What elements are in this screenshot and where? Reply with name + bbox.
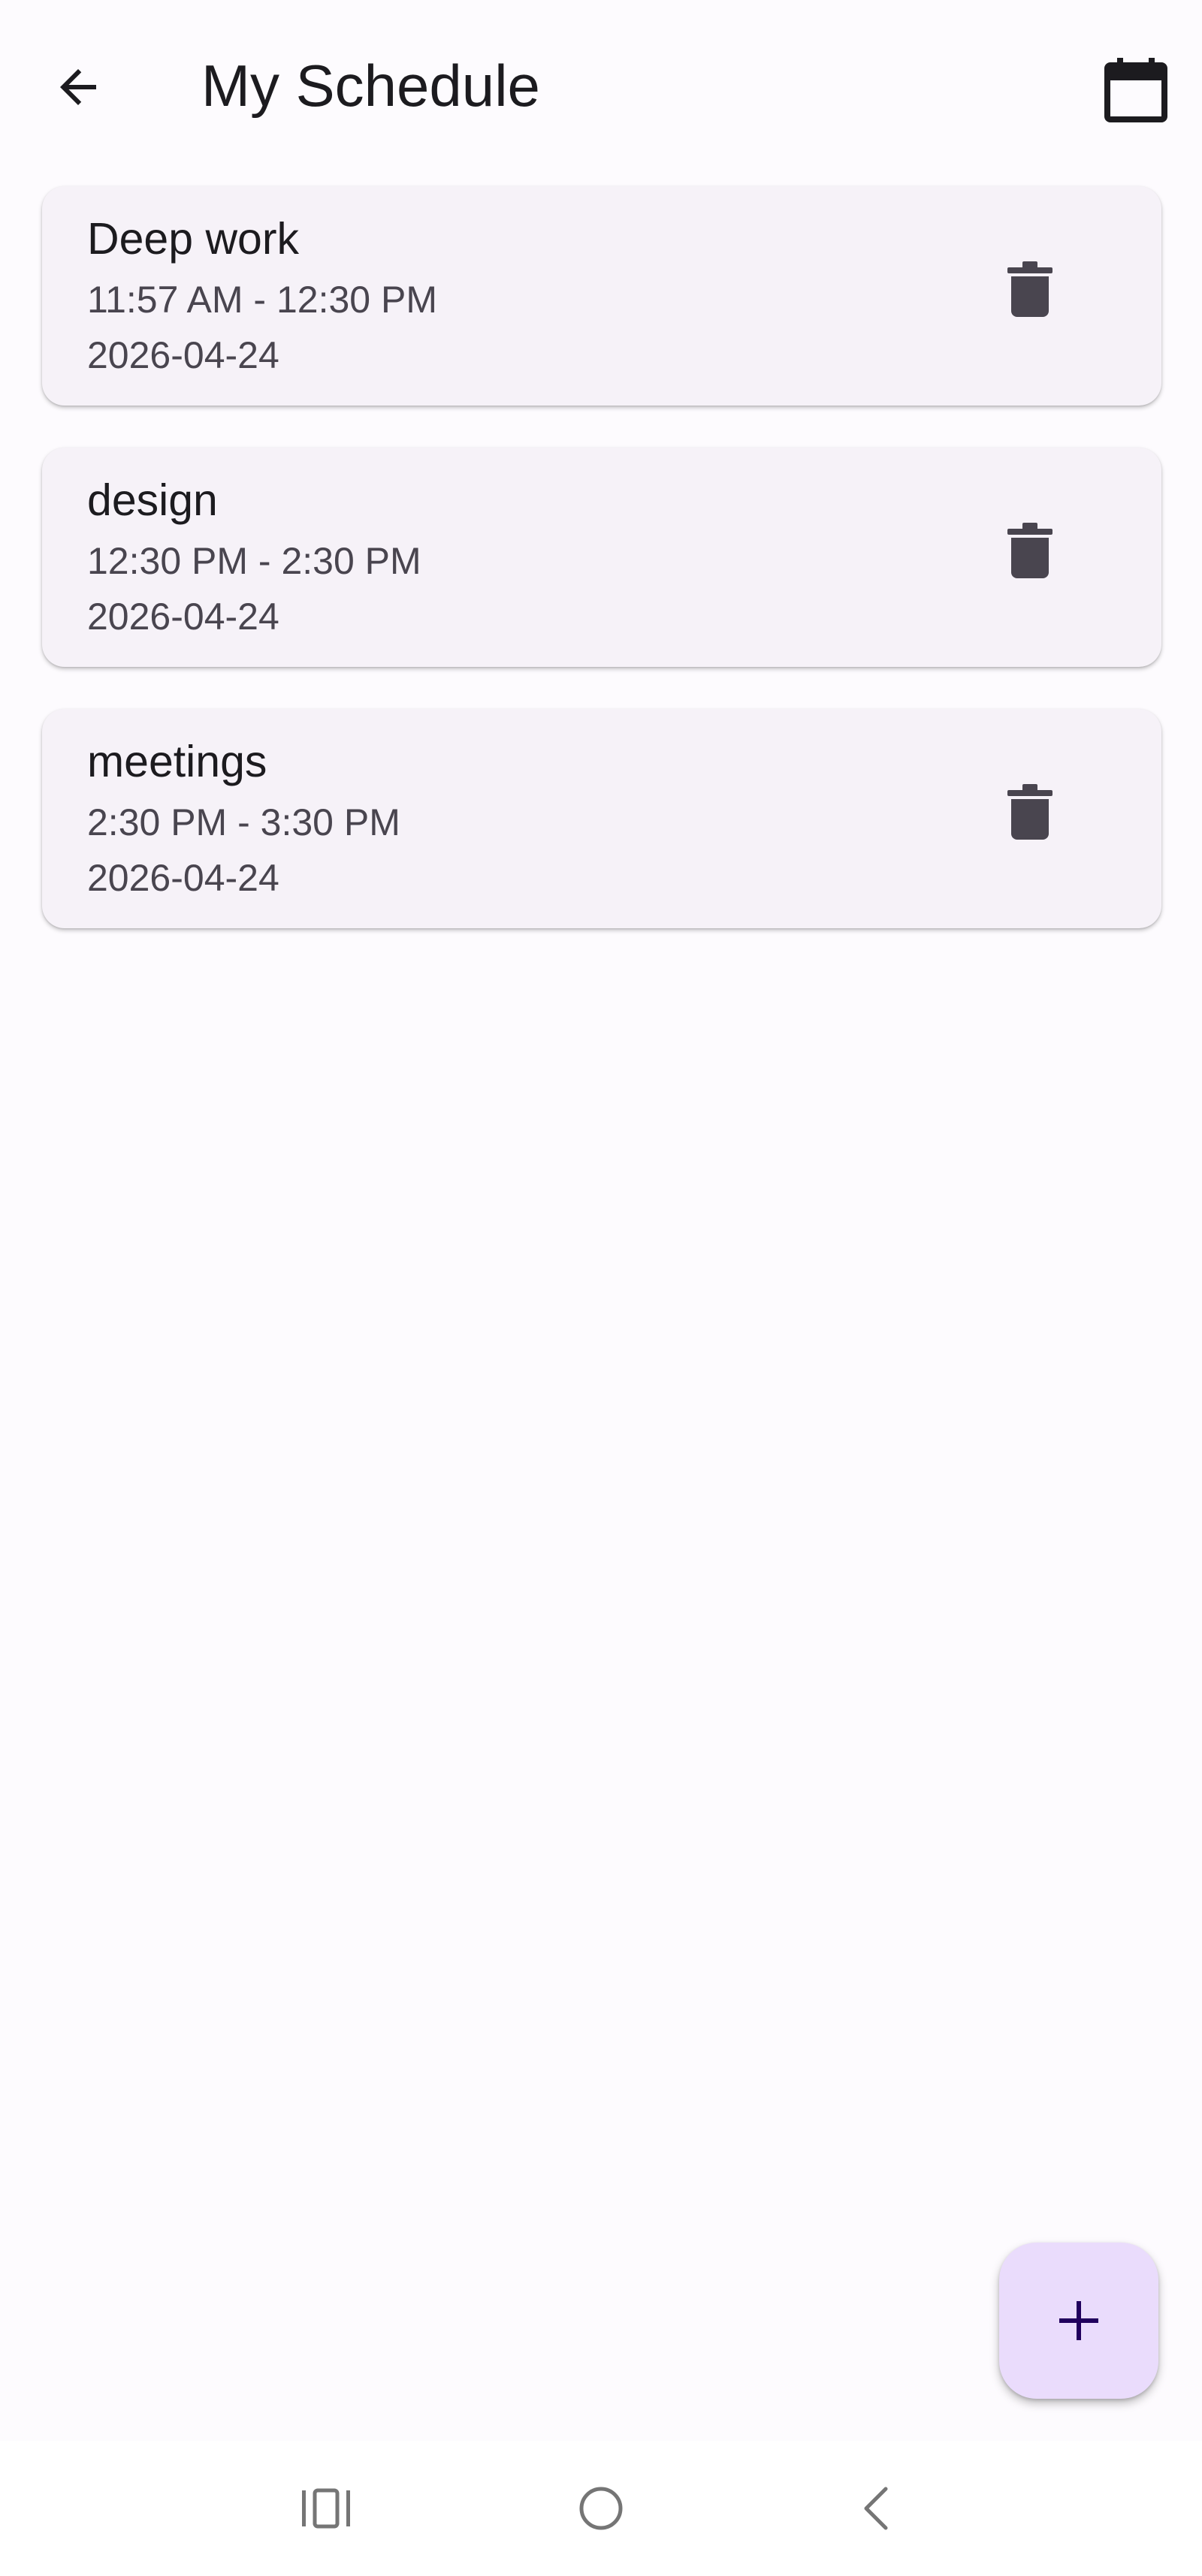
add-schedule-button[interactable] [999, 2243, 1158, 2399]
home-icon [579, 2487, 623, 2530]
back-button[interactable] [33, 42, 123, 132]
schedule-date: 2026-04-24 [87, 857, 279, 899]
trash-icon [1007, 523, 1053, 578]
schedule-time: 12:30 PM - 2:30 PM [87, 540, 421, 582]
calendar-button[interactable] [1091, 45, 1181, 135]
delete-button[interactable] [989, 771, 1071, 853]
schedule-title: meetings [87, 737, 267, 786]
trash-icon [1007, 784, 1053, 840]
calendar-icon [1104, 58, 1167, 122]
schedule-card[interactable]: meetings 2:30 PM - 3:30 PM 2026-04-24 [42, 709, 1161, 928]
schedule-card[interactable]: Deep work 11:57 AM - 12:30 PM 2026-04-24 [42, 186, 1161, 406]
system-nav-bar [0, 2441, 1202, 2576]
delete-button[interactable] [989, 248, 1071, 330]
home-button[interactable] [548, 2463, 654, 2553]
plus-icon [1059, 2301, 1098, 2340]
schedule-list: Deep work 11:57 AM - 12:30 PM 2026-04-24… [42, 186, 1161, 970]
schedule-title: design [87, 475, 218, 525]
schedule-title: Deep work [87, 214, 300, 264]
schedule-date: 2026-04-24 [87, 334, 279, 376]
schedule-date: 2026-04-24 [87, 596, 279, 638]
system-back-button[interactable] [823, 2463, 929, 2553]
schedule-card[interactable]: design 12:30 PM - 2:30 PM 2026-04-24 [42, 448, 1161, 667]
trash-icon [1007, 261, 1053, 317]
page-title: My Schedule [201, 53, 540, 119]
recents-icon [302, 2488, 350, 2529]
schedule-time: 2:30 PM - 3:30 PM [87, 801, 400, 843]
arrow-back-icon [60, 69, 96, 105]
recents-button[interactable] [273, 2463, 379, 2553]
app-bar: My Schedule [0, 0, 1202, 173]
system-back-icon [864, 2487, 888, 2530]
delete-button[interactable] [989, 509, 1071, 592]
schedule-time: 11:57 AM - 12:30 PM [87, 279, 437, 321]
